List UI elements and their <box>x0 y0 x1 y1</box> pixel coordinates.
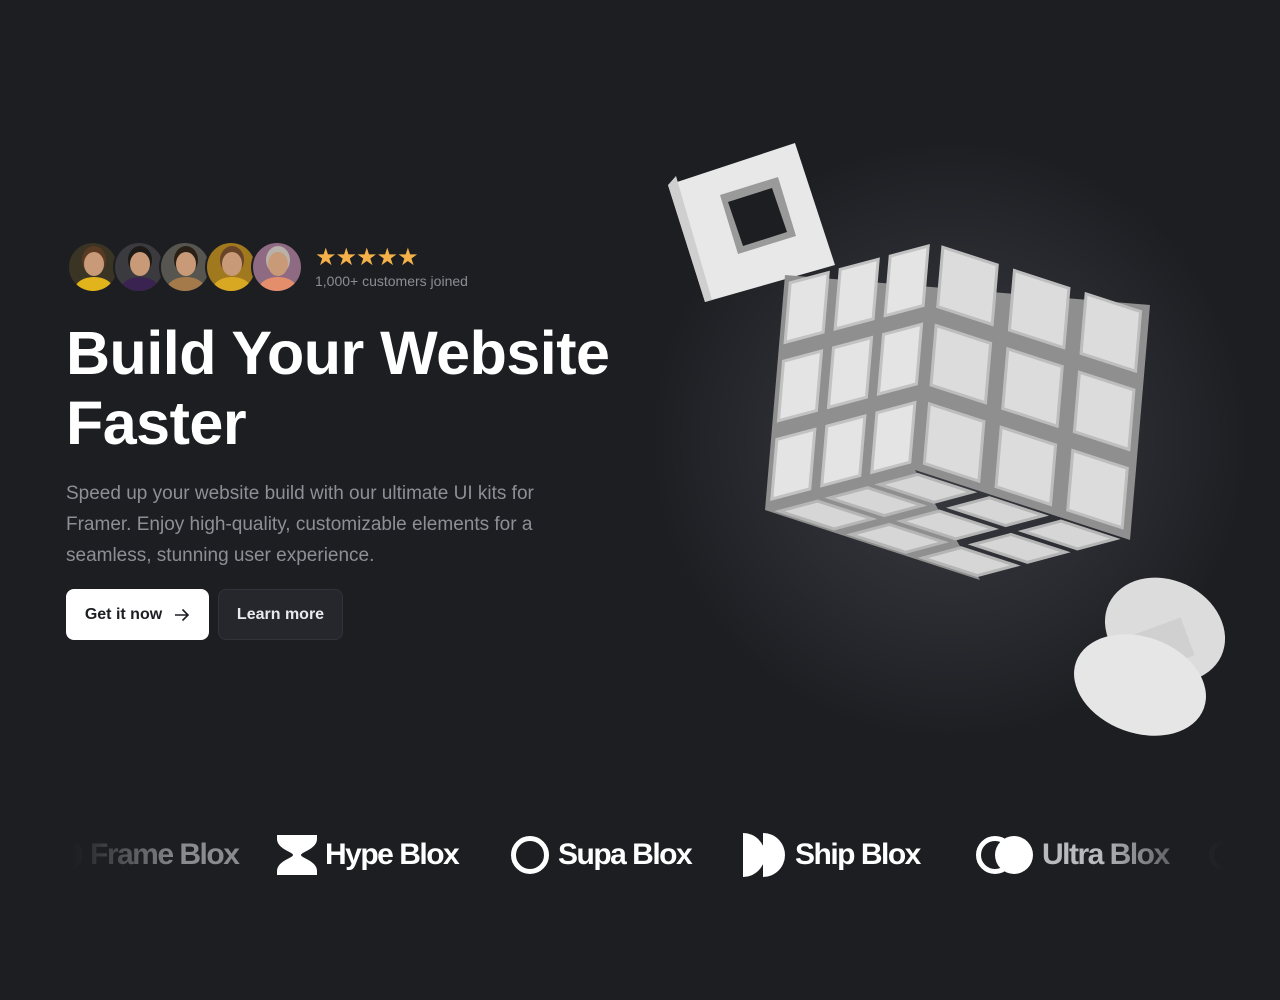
double-half-circle-icon <box>743 833 785 877</box>
logo-supa-blox: Supa Blox <box>510 828 693 882</box>
hourglass-icon <box>277 835 317 875</box>
avatar-group <box>67 241 303 293</box>
customers-count: 1,000+ customers joined <box>315 273 468 289</box>
avatar <box>113 241 165 293</box>
cube-tile <box>770 427 817 501</box>
overlapping-circles-icon <box>976 836 1033 874</box>
ring-icon <box>511 836 549 874</box>
social-proof: ★★★★★ 1,000+ customers joined <box>67 241 468 293</box>
cube-tile <box>833 257 880 331</box>
star-rating-icons: ★★★★★ <box>315 244 419 271</box>
cube-tile <box>876 322 924 396</box>
cube-tile <box>776 349 824 423</box>
marquee-fade-right <box>1100 820 1280 890</box>
avatar <box>159 241 211 293</box>
page-title: Build Your Website Faster <box>66 319 610 457</box>
avatar <box>205 241 257 293</box>
avatar <box>67 241 119 293</box>
logo-ship-blox: Ship Blox <box>743 828 921 882</box>
logo-marquee: Frame Blox Hype Blox Supa Blox Ship Blox… <box>0 828 1280 882</box>
cube-tile <box>883 244 930 318</box>
logo-hype-blox: Hype Blox <box>277 828 460 882</box>
cube-tile <box>826 335 874 410</box>
cube-tile <box>870 400 917 475</box>
hero-3d-cube-illustration <box>650 140 1250 740</box>
hero-subtitle: Speed up your website build with our ult… <box>66 483 534 566</box>
rating: ★★★★★ 1,000+ customers joined <box>315 244 468 290</box>
avatar <box>251 241 303 293</box>
cube-tile <box>820 414 867 488</box>
cube-tile <box>783 270 830 345</box>
marquee-fade-left <box>0 820 180 890</box>
learn-more-button[interactable]: Learn more <box>218 589 343 640</box>
arrow-right-icon <box>175 608 190 621</box>
get-it-now-button[interactable]: Get it now <box>66 589 209 640</box>
